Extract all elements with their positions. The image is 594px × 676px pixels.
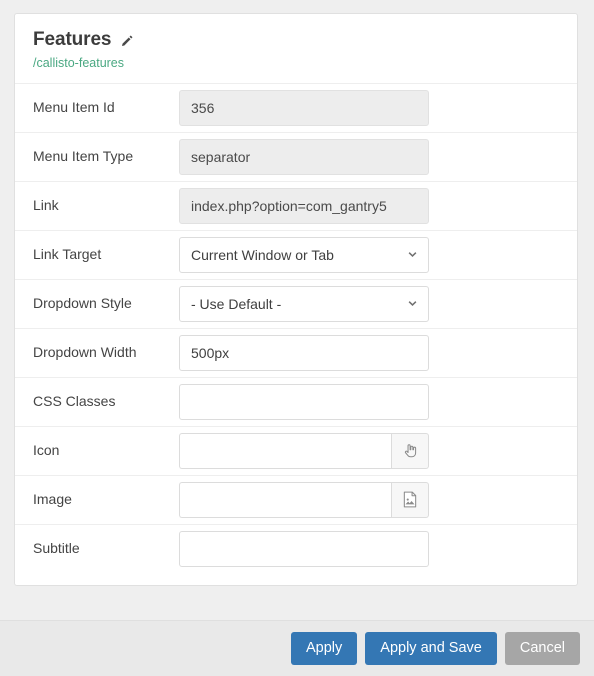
field-control-css-classes <box>179 383 429 420</box>
menu-item-path[interactable]: /callisto-features <box>33 56 559 71</box>
field-control-dropdown-width <box>179 334 429 371</box>
menu-item-type-input <box>179 138 429 175</box>
field-label-dropdown-style: Dropdown Style <box>33 295 132 312</box>
field-label-menu-item-id: Menu Item Id <box>33 99 115 116</box>
icon-input[interactable] <box>179 432 391 469</box>
title-row: Features <box>33 29 559 51</box>
menu-item-id-input <box>179 89 429 126</box>
field-row-dropdown-style: Dropdown Style - Use Default - <box>15 278 577 328</box>
image-input-group <box>179 481 429 518</box>
field-control-image <box>179 481 429 518</box>
field-label-subtitle: Subtitle <box>33 540 80 557</box>
subtitle-input[interactable] <box>179 530 429 567</box>
css-classes-input[interactable] <box>179 383 429 420</box>
field-label-link: Link <box>33 197 59 214</box>
action-footer: Apply Apply and Save Cancel <box>0 620 594 676</box>
field-label-icon: Icon <box>33 442 60 459</box>
field-label-dropdown-width: Dropdown Width <box>33 344 137 361</box>
dropdown-width-input[interactable] <box>179 334 429 371</box>
pencil-icon[interactable] <box>119 34 134 49</box>
field-control-link <box>179 187 429 224</box>
field-label-image: Image <box>33 491 72 508</box>
field-control-icon <box>179 432 429 469</box>
field-row-dropdown-width: Dropdown Width <box>15 327 577 377</box>
pointing-hand-icon[interactable] <box>391 432 429 469</box>
field-control-subtitle <box>179 530 429 567</box>
field-label-css-classes: CSS Classes <box>33 393 116 410</box>
icon-input-group <box>179 432 429 469</box>
picture-icon[interactable] <box>391 481 429 518</box>
menu-item-settings-card: Features /callisto-features Menu Item Id… <box>14 13 578 586</box>
dropdown-style-select[interactable]: - Use Default - <box>179 285 429 322</box>
field-row-subtitle: Subtitle <box>15 523 577 573</box>
card-header: Features /callisto-features <box>15 14 577 83</box>
field-row-link: Link <box>15 180 577 230</box>
image-input[interactable] <box>179 481 391 518</box>
field-row-css-classes: CSS Classes <box>15 376 577 426</box>
settings-form: Menu Item Id Menu Item Type Link Link Ta… <box>15 82 577 585</box>
field-control-menu-item-id <box>179 89 429 126</box>
field-label-menu-item-type: Menu Item Type <box>33 148 134 165</box>
link-input <box>179 187 429 224</box>
field-control-link-target: Current Window or Tab <box>179 236 429 273</box>
field-row-image: Image <box>15 474 577 524</box>
apply-button[interactable]: Apply <box>291 632 358 665</box>
page-title: Features <box>33 29 112 50</box>
field-control-dropdown-style: - Use Default - <box>179 285 429 322</box>
field-row-menu-item-type: Menu Item Type <box>15 131 577 181</box>
apply-and-save-button[interactable]: Apply and Save <box>365 632 497 665</box>
field-control-menu-item-type <box>179 138 429 175</box>
link-target-select[interactable]: Current Window or Tab <box>179 236 429 273</box>
field-row-link-target: Link Target Current Window or Tab <box>15 229 577 279</box>
field-label-link-target: Link Target <box>33 246 102 263</box>
field-row-menu-item-id: Menu Item Id <box>15 82 577 132</box>
cancel-button[interactable]: Cancel <box>504 632 580 665</box>
field-row-icon: Icon <box>15 425 577 475</box>
